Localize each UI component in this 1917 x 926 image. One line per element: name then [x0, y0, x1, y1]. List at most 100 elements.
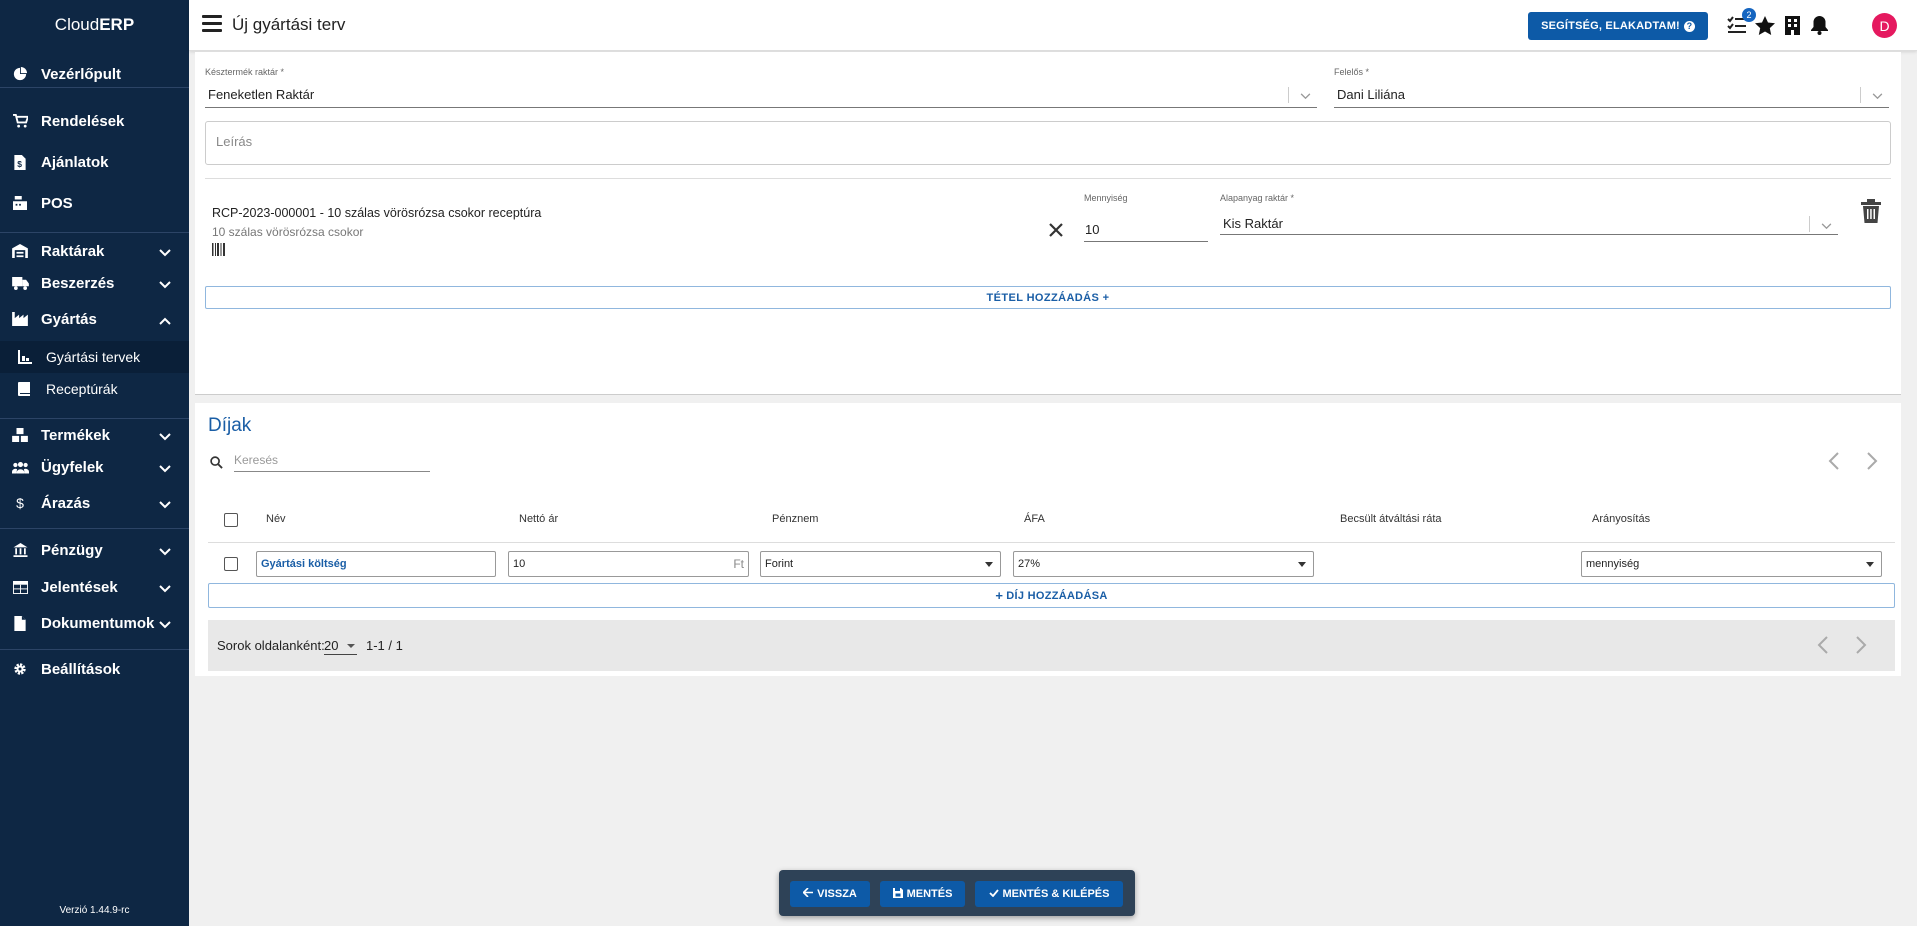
- currency-select[interactable]: Forint: [760, 551, 1001, 577]
- chevron-left-icon[interactable]: [1812, 635, 1832, 655]
- page-title: Új gyártási terv: [232, 15, 346, 34]
- add-fee-label: DÍJ HOZZÁADÁSA: [1006, 589, 1108, 602]
- chevron-down-icon: [159, 244, 171, 261]
- description-field[interactable]: Leírás: [205, 121, 1891, 165]
- warehouse-select[interactable]: Feneketlen Raktár: [205, 84, 1317, 108]
- currency-value: Forint: [765, 558, 794, 570]
- truck-icon: [11, 274, 29, 292]
- responsible-value: Dani Liliána: [1337, 87, 1405, 102]
- warehouse-icon: [11, 242, 29, 260]
- back-button[interactable]: VISSZA: [790, 881, 870, 907]
- rows-per-page-label: Sorok oldalanként:: [217, 638, 325, 653]
- caret-down-icon: [1298, 562, 1306, 567]
- avatar[interactable]: D: [1872, 13, 1897, 38]
- industry-icon: [11, 310, 29, 328]
- sidebar-subitem-recipes[interactable]: Receptúrák: [0, 373, 189, 405]
- cash-register-icon: [11, 194, 29, 212]
- brand-logo[interactable]: Cloud ERP: [0, 0, 189, 50]
- bell-icon[interactable]: [1808, 14, 1830, 36]
- sidebar-divider: [0, 232, 189, 233]
- sidebar-item-reports[interactable]: Jelentések: [0, 570, 189, 604]
- responsible-label: Felelős *: [1334, 67, 1370, 77]
- raw-warehouse-label: Alapanyag raktár *: [1220, 193, 1295, 203]
- row-checkbox[interactable]: [224, 557, 238, 571]
- sidebar-item-pricing[interactable]: $ Árazás: [0, 486, 189, 520]
- sidebar-item-dashboard[interactable]: Vezérlőpult: [0, 57, 189, 91]
- fee-name-field[interactable]: Gyártási költség: [256, 551, 496, 577]
- quantity-input[interactable]: 10: [1084, 220, 1208, 242]
- sidebar-item-finance[interactable]: Pénzügy: [0, 533, 189, 567]
- sidebar-item-settings[interactable]: Beállítások: [0, 652, 189, 686]
- remove-recipe-icon[interactable]: [1048, 222, 1068, 242]
- chevron-up-icon: [159, 312, 171, 329]
- sidebar-item-customers[interactable]: Ügyfelek: [0, 450, 189, 484]
- help-button[interactable]: SEGÍTSÉG, ELAKADTAM! ?: [1528, 12, 1708, 40]
- sidebar-subitem-label: Receptúrák: [46, 381, 118, 397]
- chart-bar-icon: [18, 350, 32, 364]
- caret-down-icon: [347, 644, 355, 648]
- sidebar-item-label: Beállítások: [41, 660, 121, 678]
- search-icon: [210, 456, 223, 474]
- sidebar-item-products[interactable]: Termékek: [0, 418, 189, 452]
- plus-icon: +: [995, 588, 1004, 603]
- back-label: VISSZA: [817, 888, 857, 900]
- chevron-right-icon[interactable]: [1851, 635, 1871, 655]
- question-icon: ?: [1683, 20, 1695, 32]
- sidebar-item-purchasing[interactable]: Beszerzés: [0, 266, 189, 300]
- raw-warehouse-select[interactable]: Kis Raktár: [1220, 211, 1838, 235]
- barcode-icon[interactable]: [212, 243, 226, 256]
- sidebar-item-label: Dokumentumok: [41, 614, 155, 632]
- sidebar-item-label: Jelentések: [41, 578, 118, 596]
- sidebar-subitem-production-plans[interactable]: Gyártási tervek: [0, 341, 189, 373]
- save-button[interactable]: MENTÉS: [880, 881, 965, 907]
- file-icon: [11, 614, 29, 632]
- boxes-icon: [11, 426, 29, 444]
- star-icon[interactable]: [1754, 14, 1776, 36]
- version-label: Verzió 1.44.9-rc: [59, 905, 130, 916]
- save-label: MENTÉS: [906, 888, 953, 900]
- save-and-exit-button[interactable]: MENTÉS & KILÉPÉS: [975, 881, 1123, 907]
- sidebar-item-label: Vezérlőpult: [41, 65, 122, 83]
- responsible-select[interactable]: Dani Liliána: [1334, 84, 1889, 108]
- search-input[interactable]: Keresés: [234, 450, 430, 472]
- sidebar-item-warehouses[interactable]: Raktárak: [0, 234, 189, 268]
- rows-per-page-select[interactable]: 20: [324, 638, 357, 655]
- brand-light: Cloud: [54, 15, 100, 34]
- add-fee-button[interactable]: + DÍJ HOZZÁADÁSA: [208, 583, 1895, 608]
- check-icon: [988, 888, 999, 900]
- help-button-label: SEGÍTSÉG, ELAKADTAM!: [1541, 20, 1680, 32]
- sidebar-item-label: Gyártás: [41, 310, 97, 328]
- building-icon[interactable]: [1781, 14, 1803, 36]
- sidebar-item-label: Ügyfelek: [41, 458, 104, 476]
- book-icon: [18, 382, 32, 396]
- caret-down-icon: [1866, 562, 1874, 567]
- fees-panel: Díjak Keresés Név Nettó ár Pénznem ÁFA B…: [195, 403, 1901, 676]
- divider: [205, 178, 1891, 179]
- sidebar-item-orders[interactable]: Rendelések: [0, 104, 189, 138]
- vat-select[interactable]: 27%: [1013, 551, 1314, 577]
- sidebar-item-production[interactable]: Gyártás: [0, 302, 189, 336]
- menu-icon[interactable]: [202, 15, 222, 33]
- chevron-left-icon[interactable]: [1823, 451, 1843, 471]
- raw-warehouse-value: Kis Raktár: [1223, 216, 1283, 231]
- proportion-select[interactable]: mennyiség: [1581, 551, 1882, 577]
- net-price-value: 10: [513, 558, 526, 570]
- tasks-icon[interactable]: 2: [1726, 8, 1756, 36]
- gear-icon: [11, 660, 29, 678]
- svg-text:$: $: [17, 159, 22, 169]
- warehouse-value: Feneketlen Raktár: [208, 87, 315, 102]
- chevron-down-icon: [159, 616, 171, 633]
- action-bar: VISSZA MENTÉS MENTÉS & KILÉPÉS: [779, 870, 1135, 916]
- chevron-right-icon[interactable]: [1862, 451, 1882, 471]
- dollar-icon: $: [16, 495, 24, 511]
- sidebar-item-quotes[interactable]: $ Ajánlatok: [0, 145, 189, 179]
- trash-icon[interactable]: [1861, 199, 1883, 225]
- sidebar-item-documents[interactable]: Dokumentumok: [0, 606, 189, 640]
- cart-icon: [11, 112, 29, 130]
- net-price-field[interactable]: 10 Ft: [508, 551, 749, 577]
- sidebar-item-pos[interactable]: POS: [0, 186, 189, 220]
- warehouse-label: Késztermék raktár *: [205, 67, 285, 77]
- add-item-button[interactable]: TÉTEL HOZZÁADÁS +: [205, 286, 1891, 309]
- sidebar-item-label: Termékek: [41, 426, 110, 444]
- document-dollar-icon: $: [11, 153, 29, 171]
